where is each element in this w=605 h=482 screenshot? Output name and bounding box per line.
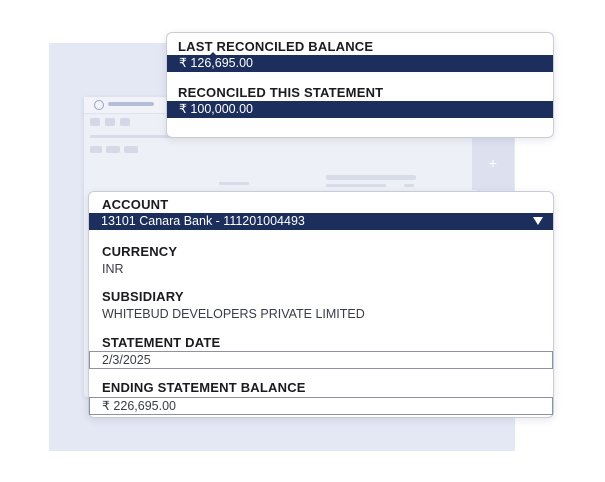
- background-line: [404, 184, 414, 187]
- reconcile-form-card: ACCOUNT 13101 Canara Bank - 111201004493…: [88, 191, 554, 418]
- ending-balance-label: ENDING STATEMENT BALANCE: [102, 380, 306, 395]
- ending-balance-field[interactable]: ₹ 226,695.00: [89, 397, 553, 415]
- statement-date-field[interactable]: 2/3/2025: [89, 351, 553, 369]
- background-button: [124, 146, 138, 153]
- last-reconciled-value: ₹ 126,695.00: [167, 55, 553, 72]
- background-field: [326, 175, 416, 180]
- chevron-down-icon[interactable]: [533, 217, 543, 225]
- background-nav-item: [105, 118, 115, 126]
- reconciled-this-label: RECONCILED THIS STATEMENT: [178, 85, 384, 100]
- last-reconciled-label: LAST RECONCILED BALANCE: [178, 39, 374, 54]
- background-line: [219, 182, 249, 185]
- reconciled-this-value-text: ₹ 100,000.00: [179, 102, 253, 116]
- background-line: [326, 184, 386, 187]
- ending-balance-value: ₹ 226,695.00: [102, 399, 176, 413]
- account-label: ACCOUNT: [102, 197, 169, 212]
- background-nav-item: [90, 118, 100, 126]
- stage: + LAST RECONCILED BALANCE ₹ 126,695.00 R…: [0, 0, 605, 482]
- background-logo-text: [108, 102, 154, 106]
- currency-value: INR: [102, 262, 124, 276]
- background-side-panel: +: [472, 138, 514, 190]
- background-button: [90, 146, 102, 153]
- subsidiary-label: SUBSIDIARY: [102, 289, 184, 304]
- currency-label: CURRENCY: [102, 244, 178, 259]
- account-select[interactable]: 13101 Canara Bank - 111201004493: [89, 213, 553, 230]
- statement-date-value: 2/3/2025: [102, 353, 151, 367]
- subsidiary-value: WHITEBUD DEVELOPERS PRIVATE LIMITED: [102, 307, 365, 321]
- reconciled-this-value: ₹ 100,000.00: [167, 101, 553, 118]
- reconcile-summary-card: LAST RECONCILED BALANCE ₹ 126,695.00 REC…: [166, 32, 554, 138]
- background-nav-item: [120, 118, 130, 126]
- background-button: [106, 146, 120, 153]
- background-nav: [90, 118, 130, 126]
- logo-icon: [94, 100, 104, 110]
- account-select-value: 13101 Canara Bank - 111201004493: [101, 214, 305, 228]
- statement-date-label: STATEMENT DATE: [102, 335, 221, 350]
- caret-up-icon: [209, 52, 217, 56]
- last-reconciled-value-text: ₹ 126,695.00: [179, 56, 253, 70]
- plus-icon: +: [488, 155, 498, 171]
